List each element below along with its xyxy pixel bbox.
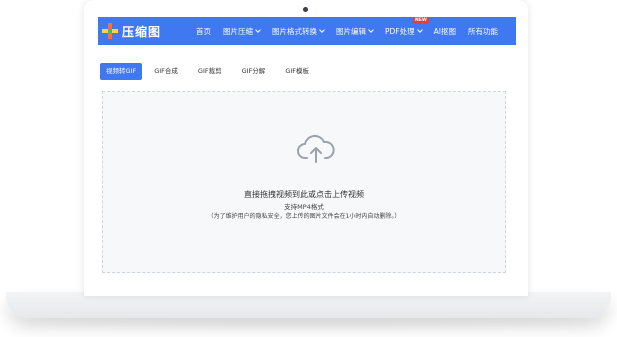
logo-mark-icon: [102, 23, 118, 39]
dropzone-main-text: 直接拖拽视频到此或点击上传视频: [244, 190, 364, 199]
nav-item-label: 图片编辑: [336, 26, 366, 36]
tool-tabs: 视频转GIF GIF合成 GIF裁剪 GIF分解 GIF模板: [100, 63, 321, 80]
nav-item-label: 首页: [196, 26, 211, 36]
nav-item-format-convert[interactable]: 图片格式转换: [272, 26, 325, 37]
nav-item-label: 图片格式转换: [272, 26, 317, 36]
camera-dot: [303, 7, 308, 12]
nav-item-label: PDF处理: [385, 26, 415, 36]
stage: 压缩图 首页 图片压缩 图片格式转换 图片编辑 PDF处理 NEW AI抠图 所…: [0, 0, 617, 337]
chevron-down-icon: [255, 27, 261, 33]
cloud-upload-icon: [297, 134, 335, 163]
tab-gif-crop[interactable]: GIF裁剪: [190, 63, 230, 80]
chevron-down-icon: [416, 27, 423, 33]
nav-item-image-edit[interactable]: 图片编辑: [336, 26, 374, 37]
chevron-down-icon: [319, 27, 325, 33]
nav-item-ai-cutout[interactable]: AI抠图: [434, 26, 456, 37]
tab-gif-template[interactable]: GIF模板: [277, 63, 317, 80]
tab-gif-compose[interactable]: GIF合成: [146, 63, 186, 80]
nav-item-label: 图片压缩: [223, 26, 253, 36]
tab-video-to-gif[interactable]: 视频转GIF: [100, 63, 143, 80]
dropzone-privacy-note: （为了维护用户的隐私安全，您上传的图片文件会在1小时内自动删除。）: [207, 213, 401, 220]
nav-item-all-features[interactable]: 所有功能: [468, 26, 498, 37]
nav-menu: 首页 图片压缩 图片格式转换 图片编辑 PDF处理 NEW AI抠图 所有功能: [196, 16, 510, 45]
tab-gif-split[interactable]: GIF分解: [234, 63, 274, 80]
nav-item-pdf[interactable]: PDF处理 NEW: [385, 16, 429, 37]
device-screen: 压缩图 首页 图片压缩 图片格式转换 图片编辑 PDF处理 NEW AI抠图 所…: [84, 0, 528, 296]
nav-item-label: 所有功能: [467, 26, 498, 36]
nav-item-label: AI抠图: [433, 26, 456, 36]
nav-item-image-compress[interactable]: 图片压缩: [223, 26, 261, 37]
new-badge: NEW: [413, 16, 429, 24]
navbar: 压缩图 首页 图片压缩 图片格式转换 图片编辑 PDF处理 NEW AI抠图 所…: [98, 16, 516, 45]
dropzone-format-text: 支持MP4格式: [284, 203, 324, 211]
upload-dropzone[interactable]: 直接拖拽视频到此或点击上传视频 支持MP4格式 （为了维护用户的隐私安全，您上传…: [102, 91, 506, 273]
logo-text: 压缩图: [122, 24, 162, 39]
chevron-down-icon: [368, 27, 374, 33]
nav-item-home[interactable]: 首页: [196, 26, 211, 37]
logo[interactable]: 压缩图: [102, 23, 180, 40]
